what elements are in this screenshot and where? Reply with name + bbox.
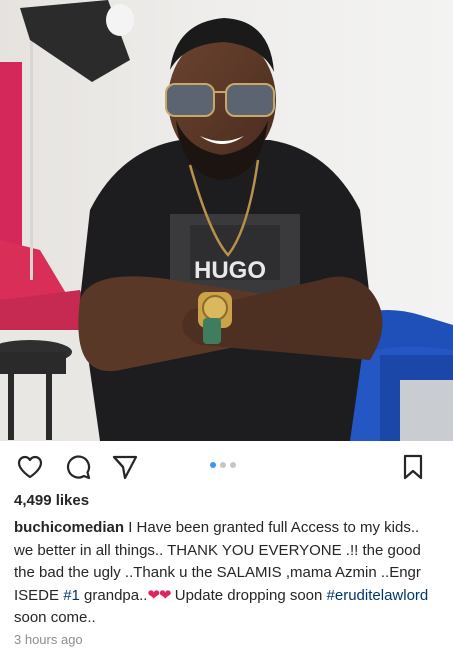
hashtag-link[interactable]: #eruditelawlord <box>327 587 429 604</box>
post-timestamp: 3 hours ago <box>14 632 83 647</box>
shirt-logo-text: HUGO <box>194 257 266 284</box>
heart-emoji: ❤❤ <box>147 586 171 604</box>
caption-text: grandpa.. <box>79 586 148 604</box>
post-action-bar <box>0 447 453 485</box>
comment-bubble-icon <box>66 455 91 480</box>
paper-plane-icon <box>112 455 138 480</box>
caption-text: Update dropping soon <box>170 586 327 604</box>
save-button[interactable] <box>399 453 427 481</box>
carousel-indicator <box>210 462 236 468</box>
hashtag-link[interactable]: #1 <box>63 587 80 604</box>
carousel-dot <box>230 462 236 468</box>
post-photo[interactable]: HUGO <box>0 0 453 441</box>
heart-outline-icon <box>17 455 43 479</box>
carousel-dot <box>220 462 226 468</box>
post-image: HUGO <box>0 0 453 441</box>
bookmark-icon <box>403 454 423 480</box>
caption-text: soon come.. <box>14 609 96 626</box>
caption-username[interactable]: buchicomedian <box>14 519 124 536</box>
carousel-dot-active <box>210 462 216 468</box>
share-button[interactable] <box>111 453 139 481</box>
like-button[interactable] <box>16 453 44 481</box>
post-caption: buchicomedian I Have been granted full A… <box>14 517 442 630</box>
likes-count[interactable]: 4,499 likes <box>14 492 89 509</box>
comment-button[interactable] <box>64 453 92 481</box>
